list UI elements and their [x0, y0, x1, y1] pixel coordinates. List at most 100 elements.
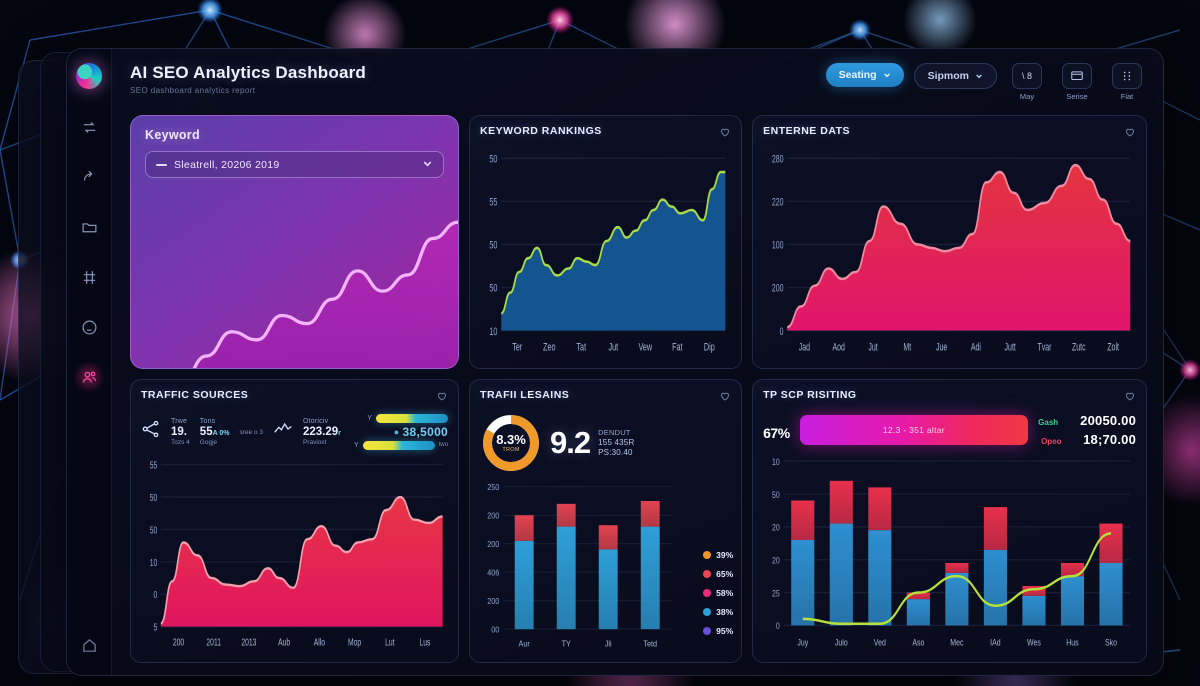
- share-nodes-icon: [141, 419, 161, 444]
- svg-text:200: 200: [487, 511, 499, 521]
- serise-label: Serise: [1066, 92, 1088, 101]
- sidebar-item-share[interactable]: [77, 165, 101, 189]
- svg-text:55: 55: [489, 196, 497, 208]
- top-scp-combo-chart: 10 50 20 20 25 0 Juy Julo Ved Aso Mec IAd Wes Hus Sko: [763, 451, 1136, 653]
- heart-icon[interactable]: [1124, 125, 1136, 143]
- svg-text:0: 0: [776, 620, 780, 631]
- svg-text:Vew: Vew: [638, 341, 652, 353]
- svg-text:TY: TY: [562, 639, 571, 649]
- svg-text:Adi: Adi: [971, 341, 981, 353]
- svg-text:Tvar: Tvar: [1038, 341, 1052, 353]
- sidebar-item-users[interactable]: [73, 361, 105, 393]
- stat-number: 55: [199, 425, 213, 438]
- stat-caption: Otoriciv: [302, 417, 329, 425]
- legend-label: 65%: [716, 569, 734, 579]
- side-metrics: DENDUT 155 435R PS:30.40: [598, 428, 634, 457]
- keyword-select[interactable]: Sleatrell, 20206 2019: [145, 151, 445, 178]
- seating-dropdown-button[interactable]: Seating: [825, 63, 904, 87]
- chevron-down-icon: [883, 73, 890, 78]
- heart-icon[interactable]: [719, 125, 731, 143]
- card-title: TRAFFIC SOURCES: [141, 388, 249, 401]
- traffic-lessons-summary: 8.3% TROM 9.2 DENDUT 155 435R PS:30.40: [480, 412, 731, 474]
- stat-unit: r: [338, 429, 341, 437]
- keyword-label: Keyword: [145, 128, 200, 142]
- progress-pill[interactable]: [376, 413, 449, 423]
- heart-icon[interactable]: [719, 389, 731, 407]
- svg-text:Jli: Jli: [605, 639, 612, 649]
- legend-dot: [703, 627, 712, 635]
- donut-center: 8.3% TROM: [480, 412, 542, 474]
- svg-text:Julo: Julo: [835, 636, 848, 647]
- sidebar-item-folder[interactable]: [77, 215, 101, 239]
- keyword-rankings-card: KEYWORD RANKINGS 50 55 50 50 10 Ter Zeo Tat Jut V…: [469, 115, 743, 369]
- stat-sub: Gogje: [199, 438, 218, 446]
- svg-text:IAd: IAd: [990, 636, 1001, 647]
- card-header: TP SCP RISITING: [763, 389, 1136, 407]
- svg-text:5: 5: [153, 621, 157, 633]
- marker-icon: ●: [393, 426, 400, 437]
- header-icon-button-serise[interactable]: Serise: [1057, 63, 1097, 101]
- svg-text:200: 200: [487, 539, 499, 549]
- svg-text:Aur: Aur: [519, 639, 531, 649]
- header-icon-button-fiat[interactable]: Fiat: [1107, 63, 1147, 101]
- header-icon-button-may[interactable]: \ 8 May: [1007, 63, 1047, 101]
- legend-label: 38%: [716, 607, 734, 617]
- big-number: 9.2: [550, 424, 591, 460]
- svg-text:Zeo: Zeo: [543, 341, 555, 353]
- trend-line-icon: [273, 419, 293, 444]
- svg-text:Lus: Lus: [420, 636, 431, 648]
- dashboard-grid: Keyword Sleatrell, 20206 2019 KEYWORD RA…: [130, 115, 1147, 663]
- window-icon: [1062, 63, 1092, 89]
- app-logo: [76, 63, 102, 89]
- svg-text:Zutc: Zutc: [1072, 341, 1086, 353]
- heart-icon[interactable]: [1124, 389, 1136, 407]
- svg-text:Ved: Ved: [874, 636, 886, 647]
- stat-delta: A 0%: [212, 429, 230, 437]
- stat-sub: Pravioxt: [302, 438, 327, 446]
- svg-text:200: 200: [173, 636, 184, 648]
- page-header: AI SEO Analytics Dashboard SEO dashboard…: [130, 63, 1147, 101]
- amount-value: 38,5000: [402, 424, 449, 439]
- progress-bar[interactable]: 12.3 - 351 altar: [799, 414, 1029, 445]
- top-scp-values: Gash 20050.00 Opeo 18;70.00: [1038, 413, 1136, 447]
- stat-sub: sree o 3: [239, 428, 263, 436]
- may-value: \ 8: [1021, 71, 1032, 81]
- dash-icon: [156, 163, 167, 166]
- stat-caption: Tons: [199, 417, 216, 425]
- donut-percent: 8.3%: [496, 432, 526, 448]
- sidebar: [67, 49, 112, 675]
- legend-item: 39%: [703, 550, 733, 560]
- card-header: TRAFFIC SOURCES: [141, 389, 448, 407]
- svg-text:Jut: Jut: [608, 341, 618, 353]
- pill-row-bottom: Y two: [354, 440, 448, 450]
- svg-text:Tat: Tat: [576, 341, 586, 353]
- keyword-selected-value: Sleatrell, 20206 2019: [174, 158, 280, 171]
- sidebar-item-home[interactable]: [81, 637, 98, 659]
- svg-text:Juy: Juy: [797, 636, 809, 647]
- traffic-sources-chart: 55 50 50 10 0 5 200 2011 2013 Aub Allo Mop Lut Lus: [141, 454, 448, 653]
- keyword-rankings-chart: 50 55 50 50 10 Ter Zeo Tat Jut Vew Fat Dip: [480, 147, 731, 359]
- main-content: AI SEO Analytics Dashboard SEO dashboard…: [112, 49, 1163, 675]
- progress-pill[interactable]: [362, 440, 435, 450]
- svg-text:Aso: Aso: [912, 636, 924, 647]
- legend-item: 38%: [703, 607, 733, 617]
- enterne-dats-card: ENTERNE DATS 280 220 100 200 0 Jad Aod Jut Mt Jue…: [752, 115, 1147, 369]
- svg-text:200: 200: [487, 596, 499, 606]
- svg-text:50: 50: [489, 282, 497, 294]
- svg-text:20: 20: [772, 554, 780, 565]
- svg-text:Allo: Allo: [314, 636, 325, 648]
- legend-dot: [703, 608, 712, 616]
- svg-text:100: 100: [772, 239, 784, 251]
- traffic-sources-pills: Y ● 38,5000 Y two: [354, 413, 449, 450]
- card-header: TRAFII LESAINS: [480, 389, 731, 407]
- value-amount: 18;70.00: [1083, 431, 1136, 447]
- stat-value: 19.: [171, 425, 187, 438]
- sidebar-item-sliders[interactable]: [77, 265, 101, 289]
- sipmom-dropdown-button[interactable]: Sipmom: [913, 63, 997, 89]
- sidebar-item-refresh[interactable]: [77, 115, 101, 139]
- sidebar-item-smiley[interactable]: [77, 315, 101, 339]
- svg-text:Dip: Dip: [704, 341, 715, 353]
- heart-icon[interactable]: [436, 389, 448, 407]
- stat-value: 55A 0%: [200, 426, 230, 438]
- svg-text:0: 0: [153, 589, 157, 601]
